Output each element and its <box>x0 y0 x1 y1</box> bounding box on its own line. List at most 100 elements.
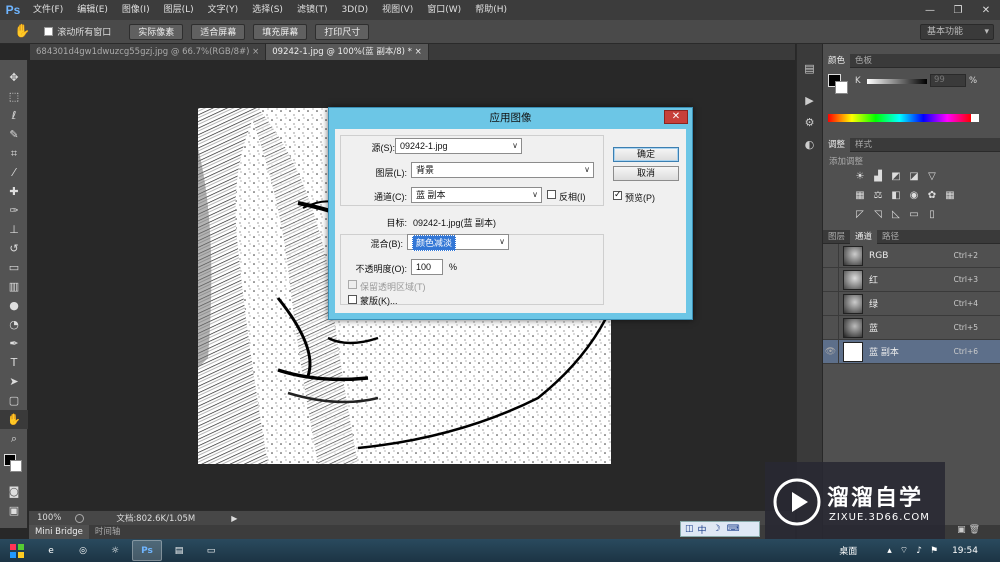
mask-checkbox[interactable] <box>348 295 357 304</box>
print-size-button[interactable]: 打印尺寸 <box>315 23 370 40</box>
tab-paths[interactable]: 路径 <box>877 230 904 244</box>
background-color[interactable] <box>10 460 22 472</box>
tab-doc-1[interactable]: 684301d4gw1dwuzcg55gzj.jpg @ 66.7%(RGB/8… <box>30 44 267 60</box>
ie-icon[interactable]: e <box>36 540 66 561</box>
workspace-switcher[interactable]: 基本功能 ▾ <box>920 24 994 40</box>
gradient-map-icon[interactable]: ▭ <box>907 208 921 221</box>
scroll-all-windows-option[interactable]: 滚动所有窗口 <box>44 25 111 38</box>
hand-icon[interactable]: ✋ <box>0 410 28 429</box>
source-dropdown[interactable]: 09242-1.jpg ∨ <box>395 138 522 154</box>
brightness-icon[interactable]: ☀ <box>853 170 867 183</box>
menu-select[interactable]: 选择(S) <box>245 0 290 20</box>
visibility-toggle[interactable] <box>823 267 839 292</box>
curves-icon[interactable]: ◩ <box>889 170 903 183</box>
volume-icon[interactable]: ♪ <box>916 546 922 556</box>
zoom-icon[interactable]: ⌕ <box>0 429 28 448</box>
menu-type[interactable]: 文字(Y) <box>201 0 246 20</box>
k-value-field[interactable]: 99 <box>930 74 966 87</box>
layer-dropdown[interactable]: 背景 ∨ <box>411 162 594 178</box>
visibility-toggle[interactable] <box>823 315 839 340</box>
color-lookup-icon[interactable]: ▦ <box>943 189 957 202</box>
eyedropper-icon[interactable]: ⁄ <box>0 163 28 182</box>
menu-file[interactable]: 文件(F) <box>26 0 70 20</box>
channel-row-blue[interactable]: 蓝 Ctrl+5 <box>823 315 1000 340</box>
move-icon[interactable]: ✥ <box>0 68 28 87</box>
eye-icon[interactable]: 👁 <box>823 339 839 364</box>
path-select-icon[interactable]: ➤ <box>0 372 28 391</box>
channel-mixer-icon[interactable]: ✿ <box>925 189 939 202</box>
menu-view[interactable]: 视图(V) <box>375 0 420 20</box>
ime-keyboard-icon[interactable]: ⌨ <box>727 524 740 534</box>
scroll-all-checkbox[interactable] <box>44 27 54 36</box>
color-balance-icon[interactable]: ⚖ <box>871 189 885 202</box>
visibility-toggle[interactable] <box>823 243 839 268</box>
tab-adjustments[interactable]: 调整 <box>823 137 851 152</box>
network-icon[interactable]: ⌔ <box>900 545 908 556</box>
tab-mini-bridge[interactable]: Mini Bridge <box>29 525 89 539</box>
tab-close-icon[interactable]: × <box>415 47 422 57</box>
adjust-panel-icon[interactable]: ◐ <box>797 138 822 160</box>
tab-styles[interactable]: 样式 <box>850 138 877 152</box>
tab-swatches[interactable]: 色板 <box>850 54 877 68</box>
fit-screen-button[interactable]: 适合屏幕 <box>191 23 246 40</box>
status-menu-arrow-icon[interactable]: ▶ <box>231 514 237 523</box>
panel-background-swatch[interactable] <box>835 81 848 94</box>
properties-panel-icon[interactable]: ⚙ <box>797 116 822 138</box>
restore-button[interactable]: ❐ <box>944 0 972 20</box>
tab-timeline[interactable]: 时间轴 <box>89 525 127 539</box>
zoom-level[interactable]: 100% <box>37 513 61 523</box>
menu-3d[interactable]: 3D(D) <box>334 0 375 20</box>
hue-saturation-icon[interactable]: ▦ <box>853 189 867 202</box>
preserve-transparency-checkbox[interactable] <box>348 280 357 289</box>
tab-close-icon[interactable]: × <box>252 47 259 57</box>
delete-channel-icon[interactable]: 🗑 <box>969 525 980 535</box>
fill-screen-button[interactable]: 填充屏幕 <box>253 23 308 40</box>
tab-layers[interactable]: 图层 <box>823 230 850 244</box>
shape-icon[interactable]: ▢ <box>0 391 28 410</box>
tab-channels[interactable]: 通道 <box>850 229 878 244</box>
media-icon[interactable]: ▤ <box>164 540 194 561</box>
k-slider[interactable] <box>867 79 927 84</box>
flag-icon[interactable]: ⚑ <box>930 546 938 556</box>
healing-icon[interactable]: ✚ <box>0 182 28 201</box>
selective-color-icon[interactable]: ▯ <box>925 208 939 221</box>
channel-row-red[interactable]: 红 Ctrl+3 <box>823 267 1000 292</box>
status-info-icon[interactable] <box>75 513 85 523</box>
ime-punct-icon[interactable]: ☽ <box>713 524 721 534</box>
quick-mask-icon[interactable]: ◙ <box>0 482 28 501</box>
gradient-icon[interactable]: ▥ <box>0 277 28 296</box>
menu-layer[interactable]: 图层(L) <box>157 0 201 20</box>
cancel-button[interactable]: 取消 <box>613 166 679 181</box>
tab-color[interactable]: 颜色 <box>823 53 851 68</box>
history-brush-icon[interactable]: ↺ <box>0 239 28 258</box>
tray-arrow-icon[interactable]: ▴ <box>887 546 892 556</box>
blend-dropdown[interactable]: 颜色减淡 ∨ <box>407 234 509 251</box>
screen-mode-icon[interactable]: ▣ <box>0 501 28 520</box>
channel-row-rgb[interactable]: RGB Ctrl+2 <box>823 243 1000 268</box>
stamp-icon[interactable]: ⊥ <box>0 220 28 239</box>
tab-doc-2[interactable]: 09242-1.jpg @ 100%(蓝 副本/8) * × <box>266 44 429 60</box>
spectrum-white[interactable] <box>971 114 979 122</box>
quick-select-icon[interactable]: ✎ <box>0 125 28 144</box>
visibility-toggle[interactable] <box>823 291 839 316</box>
channel-dropdown[interactable]: 蓝 副本 ∨ <box>411 187 542 203</box>
channel-row-blue-copy[interactable]: 👁 蓝 副本 Ctrl+6 <box>823 339 1000 364</box>
blur-icon[interactable]: ● <box>0 296 28 315</box>
dialog-close-button[interactable]: ✕ <box>664 110 688 124</box>
browser-icon[interactable]: ◎ <box>68 540 98 561</box>
clock[interactable]: 19:54 <box>952 546 978 556</box>
opacity-input[interactable]: 100 <box>411 259 443 275</box>
exposure-icon[interactable]: ◪ <box>907 170 921 183</box>
menu-help[interactable]: 帮助(H) <box>468 0 514 20</box>
eraser-icon[interactable]: ▭ <box>0 258 28 277</box>
menu-window[interactable]: 窗口(W) <box>420 0 468 20</box>
actual-pixels-button[interactable]: 实际像素 <box>129 23 184 40</box>
app-icon[interactable]: ☼ <box>100 540 130 561</box>
menu-image[interactable]: 图像(I) <box>115 0 157 20</box>
invert-checkbox[interactable] <box>547 190 556 199</box>
actions-panel-icon[interactable]: ▶ <box>797 94 822 116</box>
explorer-icon[interactable]: ▭ <box>196 540 226 561</box>
pen-icon[interactable]: ✒ <box>0 334 28 353</box>
lasso-icon[interactable]: ℓ <box>0 106 28 125</box>
history-panel-icon[interactable]: ▤ <box>797 62 822 84</box>
